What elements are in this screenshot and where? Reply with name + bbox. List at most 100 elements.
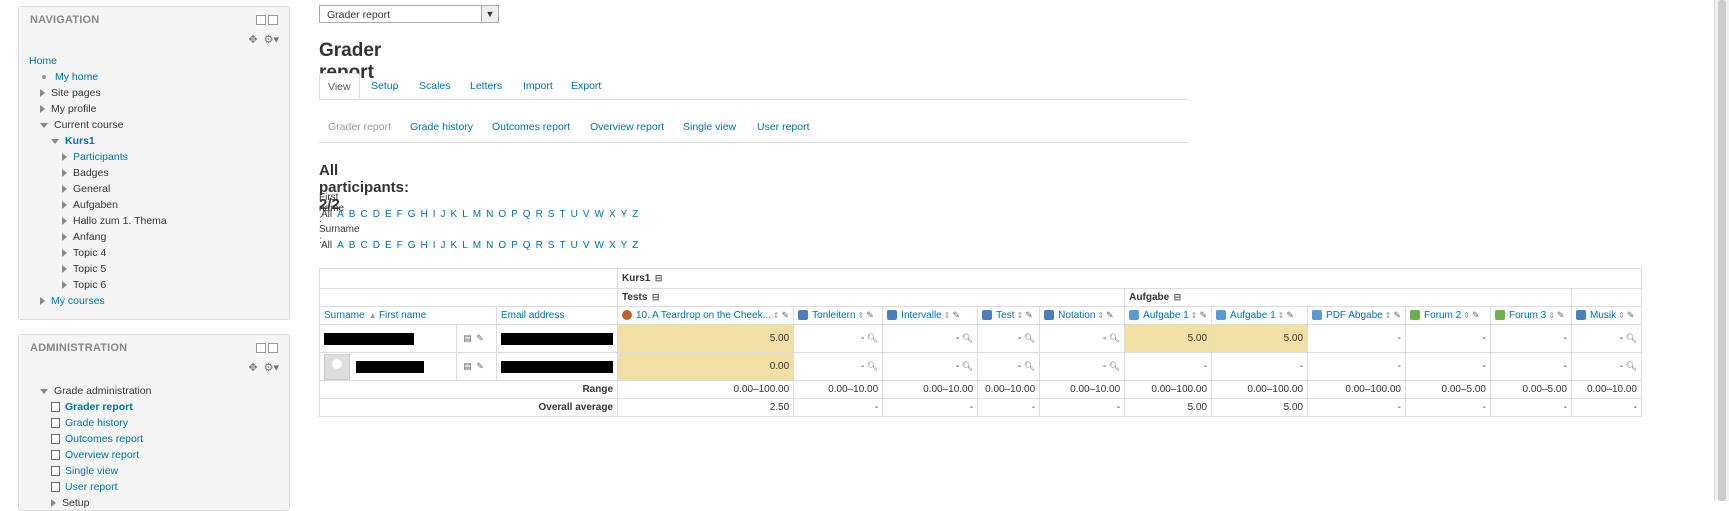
tab-letters[interactable]: Letters [470,73,502,99]
grade-item-link[interactable]: Test [996,310,1014,321]
initial-p[interactable]: P [511,209,518,220]
search-icon[interactable]: 🔍︎ [959,361,973,371]
tree-item-label[interactable]: Home [29,55,57,67]
initial-x[interactable]: X [609,240,616,251]
initial-v[interactable]: V [583,240,590,251]
tree-item[interactable]: User report [29,479,151,495]
search-icon[interactable]: 🔍︎ [864,333,878,343]
sort-icon[interactable]: ⇕ [1618,311,1625,320]
tree-item-label[interactable]: Overview report [65,449,139,461]
grade-item-link[interactable]: Musik [1590,310,1616,321]
edit-icon[interactable]: ✎ [1286,310,1294,320]
tree-item[interactable]: Participants [29,149,167,165]
sort-email-link[interactable]: Email address [501,310,564,321]
edit-icon[interactable]: ✎ [474,333,484,343]
grade-item-link[interactable]: 10. A Teardrop on the Cheek... [636,310,771,321]
sort-icon[interactable]: ⇕ [1548,311,1555,320]
tree-item-label[interactable]: Grader report [65,401,133,413]
sort-icon[interactable]: ⇕ [1278,311,1285,320]
tree-item[interactable]: My home [29,69,167,85]
initial-h[interactable]: H [421,209,428,220]
edit-icon[interactable]: ✎ [474,361,484,371]
initial-p[interactable]: P [511,240,518,251]
tree-item[interactable]: Overview report [29,447,151,463]
initial-m[interactable]: M [473,209,481,220]
report-icon[interactable]: ▤ [463,361,472,371]
subtab-single-view[interactable]: Single view [683,121,736,133]
tab-export[interactable]: Export [571,73,601,99]
initial-q[interactable]: Q [523,209,531,220]
tree-item-label[interactable]: My courses [51,295,105,307]
search-icon[interactable]: 🔍︎ [1021,361,1035,371]
initial-r[interactable]: R [536,209,543,220]
grade-item-link[interactable]: PDF Abgabe [1326,310,1383,321]
initial-y[interactable]: Y [621,209,628,220]
initial-b[interactable]: B [349,240,356,251]
initial-h[interactable]: H [421,240,428,251]
sort-icon[interactable]: ⇕ [858,311,865,320]
sort-icon[interactable]: ⇕ [773,311,780,320]
initial-x[interactable]: X [609,209,616,220]
tree-item[interactable]: Topic 4 [29,245,167,261]
initial-f[interactable]: F [397,209,403,220]
dock-icon[interactable] [256,15,266,25]
search-icon[interactable]: 🔍︎ [1623,361,1637,371]
initial-c[interactable]: C [360,209,367,220]
initial-r[interactable]: R [536,240,543,251]
report-icon[interactable]: ▤ [463,333,472,343]
initial-u[interactable]: U [571,240,578,251]
move-icon[interactable]: ✥ [248,361,257,374]
initial-l[interactable]: L [462,209,468,220]
initial-k[interactable]: K [451,240,458,251]
initial-n[interactable]: N [486,240,493,251]
collapse-icon[interactable] [268,343,278,353]
edit-icon[interactable]: ✎ [1557,310,1565,320]
grade-item-link[interactable]: Aufgabe 1 [1143,310,1189,321]
search-icon[interactable]: 🔍︎ [1623,333,1637,343]
edit-icon[interactable]: ✎ [1106,310,1114,320]
initial-d[interactable]: D [373,240,380,251]
initial-l[interactable]: L [462,240,468,251]
grade-item-link[interactable]: Tonleitern [812,310,855,321]
tab-scales[interactable]: Scales [419,73,451,99]
tree-item[interactable]: Current course [29,117,167,133]
initial-j[interactable]: J [441,209,446,220]
sort-icon[interactable]: ⇕ [1191,311,1198,320]
sort-firstname-link[interactable]: First name [379,310,426,321]
search-icon[interactable]: 🔍︎ [1106,333,1120,343]
initial-t[interactable]: T [559,209,565,220]
initial-t[interactable]: T [559,240,565,251]
tree-item-label[interactable]: My home [55,71,98,83]
initial-a[interactable]: A [337,240,344,251]
edit-icon[interactable]: ✎ [866,310,874,320]
initial-e[interactable]: E [385,240,392,251]
tree-item[interactable]: My profile [29,101,167,117]
edit-icon[interactable]: ✎ [952,310,960,320]
tree-item[interactable]: Single view [29,463,151,479]
grade-item-link[interactable]: Aufgabe 1 [1230,310,1276,321]
initial-w[interactable]: W [594,209,603,220]
edit-icon[interactable]: ✎ [1472,310,1480,320]
sort-surname-link[interactable]: Surname [324,310,365,321]
search-icon[interactable]: 🔍︎ [959,333,973,343]
tree-item-label[interactable]: Participants [73,151,128,163]
sort-icon[interactable]: ⇕ [1385,311,1392,320]
initial-y[interactable]: Y [621,240,628,251]
initial-o[interactable]: O [498,209,506,220]
tree-item[interactable]: Site pages [29,85,167,101]
vertical-scrollbar[interactable] [1714,0,1729,501]
tree-item[interactable]: Badges [29,165,167,181]
tree-item[interactable]: Grade administration [29,383,151,399]
edit-icon[interactable]: ✎ [1025,310,1033,320]
sort-icon[interactable]: ⇕ [1463,311,1470,320]
tree-item-label[interactable]: Single view [65,465,118,477]
initial-i[interactable]: I [433,209,436,220]
tree-item[interactable]: Hallo zum 1. Thema [29,213,167,229]
tree-item[interactable]: Kurs1 [29,133,167,149]
tree-item-label[interactable]: Kurs1 [65,135,95,147]
tree-item[interactable]: Outcomes report [29,431,151,447]
collapse-icon[interactable]: ⊟ [1171,292,1182,302]
sort-icon[interactable]: ⇕ [1017,311,1024,320]
initial-k[interactable]: K [451,209,458,220]
tree-item-label[interactable]: Outcomes report [65,433,143,445]
